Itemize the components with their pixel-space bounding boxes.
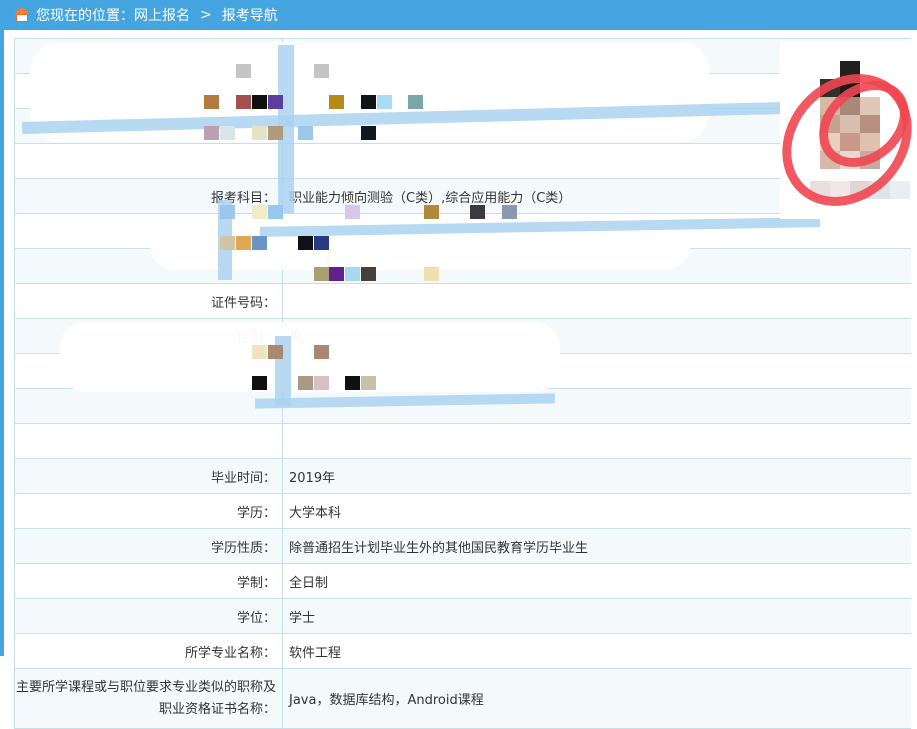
row-label: 所学专业名称： (15, 634, 283, 668)
breadcrumb-current[interactable]: 报考导航 (222, 5, 278, 25)
row-value (283, 424, 911, 458)
row-label: 毕业时间： (15, 459, 283, 493)
row-value: 2019年 (289, 470, 336, 486)
row-value: 学士 (289, 610, 316, 626)
breadcrumb-location[interactable]: 您现在的位置：网上报名 (36, 5, 190, 25)
row-value: 软件工程 (289, 645, 342, 661)
table-row: 毕业时间： 2019年 (15, 459, 911, 494)
table-row (15, 144, 911, 179)
table-row: 报考科目： 职业能力倾向测验（C类）,综合应用能力（C类） (15, 179, 911, 214)
row-label: 学历： (15, 494, 283, 528)
table-row (15, 424, 911, 459)
table-row: 学制： 全日制 (15, 564, 911, 599)
table-row: 学历： 大学本科 (15, 494, 911, 529)
row-label: 学制： (15, 564, 283, 598)
row-label (15, 144, 283, 178)
table-row: 所学专业名称： 软件工程 (15, 634, 911, 669)
row-label (15, 424, 283, 458)
row-value: Java，数据库结构，Android课程 (289, 693, 484, 708)
applicant-photo (755, 41, 917, 233)
row-value: 全日制 (289, 575, 329, 591)
row-label (15, 389, 283, 423)
breadcrumb: 您现在的位置：网上报名 > 报考导航 (0, 0, 917, 30)
row-label: 报考科目： (15, 179, 283, 213)
table-row: 证件号码： (15, 284, 911, 319)
row-value: 大学本科 (289, 505, 342, 521)
table-row: 学历性质： 除普通招生计划毕业生外的其他国民教育学历毕业生 (15, 529, 911, 564)
row-label: 证件号码： (15, 284, 283, 318)
row-value: 除普通招生计划毕业生外的其他国民教育学历毕业生 (289, 540, 589, 556)
home-icon[interactable] (14, 7, 30, 23)
row-value (283, 284, 911, 318)
row-label: 学位： (15, 599, 283, 633)
row-label: 主要所学课程或与职位要求专业类似的职称及职业资格证书名称： (15, 669, 283, 728)
table-row: 主要所学课程或与职位要求专业类似的职称及职业资格证书名称： Java，数据库结构，… (15, 669, 911, 729)
breadcrumb-separator: > (200, 7, 212, 23)
row-label: 学历性质： (15, 529, 283, 563)
table-row: 学位： 学士 (15, 599, 911, 634)
